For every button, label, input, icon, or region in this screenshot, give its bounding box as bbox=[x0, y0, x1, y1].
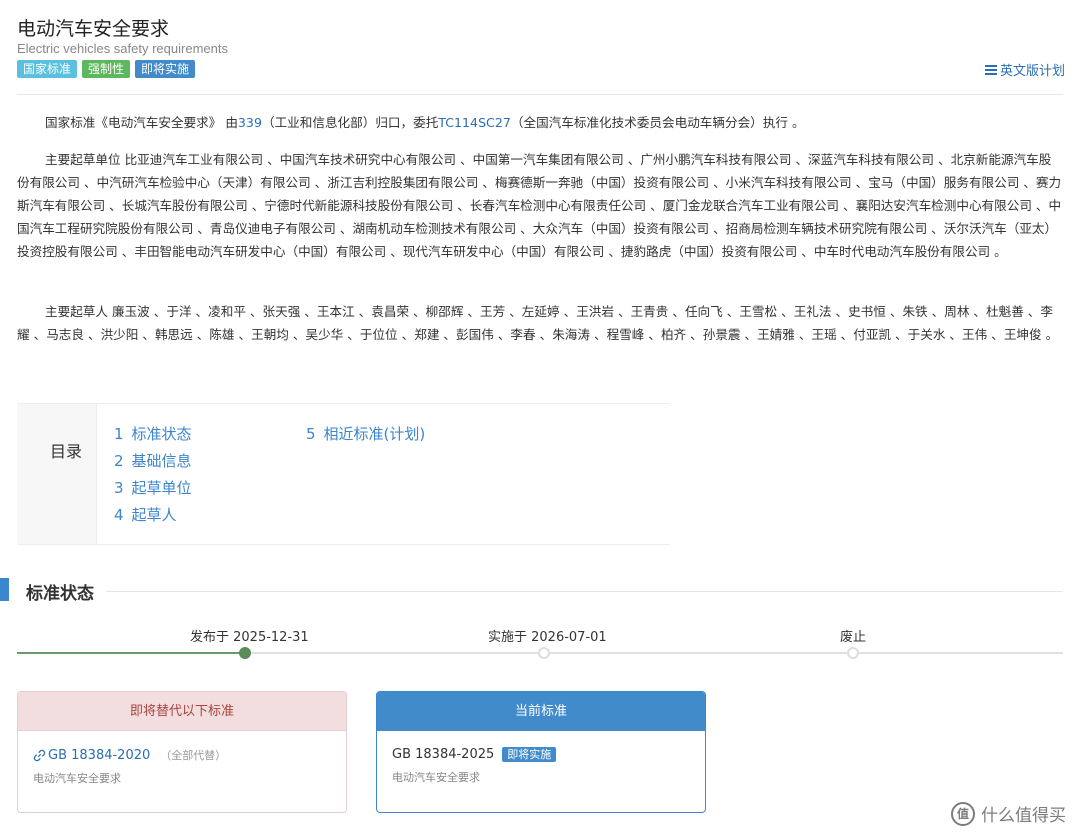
badge-upcoming: 即将实施 bbox=[135, 60, 196, 78]
org-link-339[interactable]: 339 bbox=[238, 115, 262, 130]
table-of-contents: 目录 1 标准状态 2 基础信息 3 起草单位 4 起草人 5 相近标准(计划) bbox=[17, 403, 670, 545]
toc-item-drafters[interactable]: 4 起草人 bbox=[114, 502, 192, 529]
replaced-standard-name: 电动汽车安全要求 bbox=[33, 772, 121, 785]
watermark: 值 什么值得买 bbox=[951, 801, 1066, 826]
intro-text: （工业和信息化部）归口，委托 bbox=[261, 115, 439, 130]
page-subtitle: Electric vehicles safety requirements bbox=[17, 41, 228, 56]
current-standard-code: GB 18384-2025 bbox=[392, 747, 495, 762]
committee-link[interactable]: TC114SC27 bbox=[438, 115, 511, 130]
timeline-dot-published bbox=[239, 647, 251, 659]
timeline-label-published: 发布于 2025-12-31 bbox=[190, 630, 309, 645]
toc-column: 1 标准状态 2 基础信息 3 起草单位 4 起草人 bbox=[114, 421, 192, 529]
replaced-standard-link[interactable]: GB 18384-2020 bbox=[33, 748, 150, 763]
replaced-standard-code: GB 18384-2020 bbox=[48, 747, 151, 763]
current-standard-card: 当前标准 GB 18384-2025 即将实施 电动汽车安全要求 bbox=[376, 691, 706, 813]
link-icon bbox=[33, 749, 46, 761]
toc-title: 目录 bbox=[50, 442, 83, 461]
toc-item-related-standards[interactable]: 5 相近标准(计划) bbox=[306, 421, 425, 448]
toc-label: 起草单位 bbox=[131, 479, 192, 497]
toc-num: 2 bbox=[114, 452, 124, 470]
toc-label: 起草人 bbox=[131, 506, 177, 524]
toc-num: 4 bbox=[114, 506, 124, 524]
intro-text: 国家标准《电动汽车安全要求》 由 bbox=[45, 115, 238, 130]
replaced-card-header: 即将替代以下标准 bbox=[18, 692, 346, 731]
toc-num: 5 bbox=[306, 425, 316, 443]
timeline-progress bbox=[17, 652, 245, 654]
badge-mandatory: 强制性 bbox=[82, 60, 131, 78]
english-plan-link[interactable]: 英文版计划 bbox=[984, 60, 1065, 79]
toc-column: 5 相近标准(计划) bbox=[306, 421, 425, 448]
timeline-label-effective: 实施于 2026-07-01 bbox=[488, 630, 607, 645]
toc-item-basic-info[interactable]: 2 基础信息 bbox=[114, 448, 192, 475]
section-divider bbox=[106, 591, 1063, 592]
timeline-dot-effective bbox=[538, 647, 550, 659]
section-accent-bar bbox=[0, 578, 9, 601]
watermark-text: 什么值得买 bbox=[981, 806, 1066, 826]
toc-item-drafting-units[interactable]: 3 起草单位 bbox=[114, 475, 192, 502]
smzdm-logo-icon: 值 bbox=[951, 801, 975, 826]
list-icon bbox=[984, 64, 997, 75]
current-standard-badge: 即将实施 bbox=[502, 747, 557, 762]
drafting-units-paragraph: 主要起草单位 比亚迪汽车工业有限公司 、中国汽车技术研究中心有限公司 、中国第一… bbox=[17, 152, 1062, 259]
toc-label: 相近标准(计划) bbox=[323, 425, 426, 443]
english-plan-label: 英文版计划 bbox=[999, 64, 1065, 79]
toc-item-status[interactable]: 1 标准状态 bbox=[114, 421, 192, 448]
timeline-label-abolished: 废止 bbox=[840, 630, 867, 645]
toc-label: 标准状态 bbox=[131, 425, 192, 443]
section-title-status: 标准状态 bbox=[26, 584, 94, 604]
page-title: 电动汽车安全要求 bbox=[17, 18, 170, 40]
drafters-paragraph: 主要起草人 廉玉波 、于洋 、凌和平 、张天强 、王本江 、袁昌荣 、柳邵辉 、… bbox=[17, 304, 1059, 342]
toc-num: 3 bbox=[114, 479, 124, 497]
timeline-dot-abolished bbox=[847, 647, 859, 659]
badge-national-standard: 国家标准 bbox=[17, 60, 78, 78]
toc-label: 基础信息 bbox=[131, 452, 192, 470]
current-card-header: 当前标准 bbox=[377, 692, 705, 731]
replaced-standard-card: 即将替代以下标准 GB 18384-2020 （全部代替） 电动汽车安全要求 bbox=[17, 691, 347, 813]
intro-text: （全国汽车标准化技术委员会电动车辆分会）执行 。 bbox=[510, 115, 805, 130]
current-standard-name: 电动汽车安全要求 bbox=[392, 771, 480, 784]
divider bbox=[17, 94, 1063, 95]
toc-sidebar: 目录 bbox=[17, 404, 97, 544]
intro-paragraph: 国家标准《电动汽车安全要求》 由339（工业和信息化部）归口，委托TC114SC… bbox=[17, 111, 1063, 134]
toc-num: 1 bbox=[114, 425, 124, 443]
status-badges: 国家标准 强制性 即将实施 bbox=[17, 60, 196, 78]
replace-note: （全部代替） bbox=[160, 749, 227, 762]
